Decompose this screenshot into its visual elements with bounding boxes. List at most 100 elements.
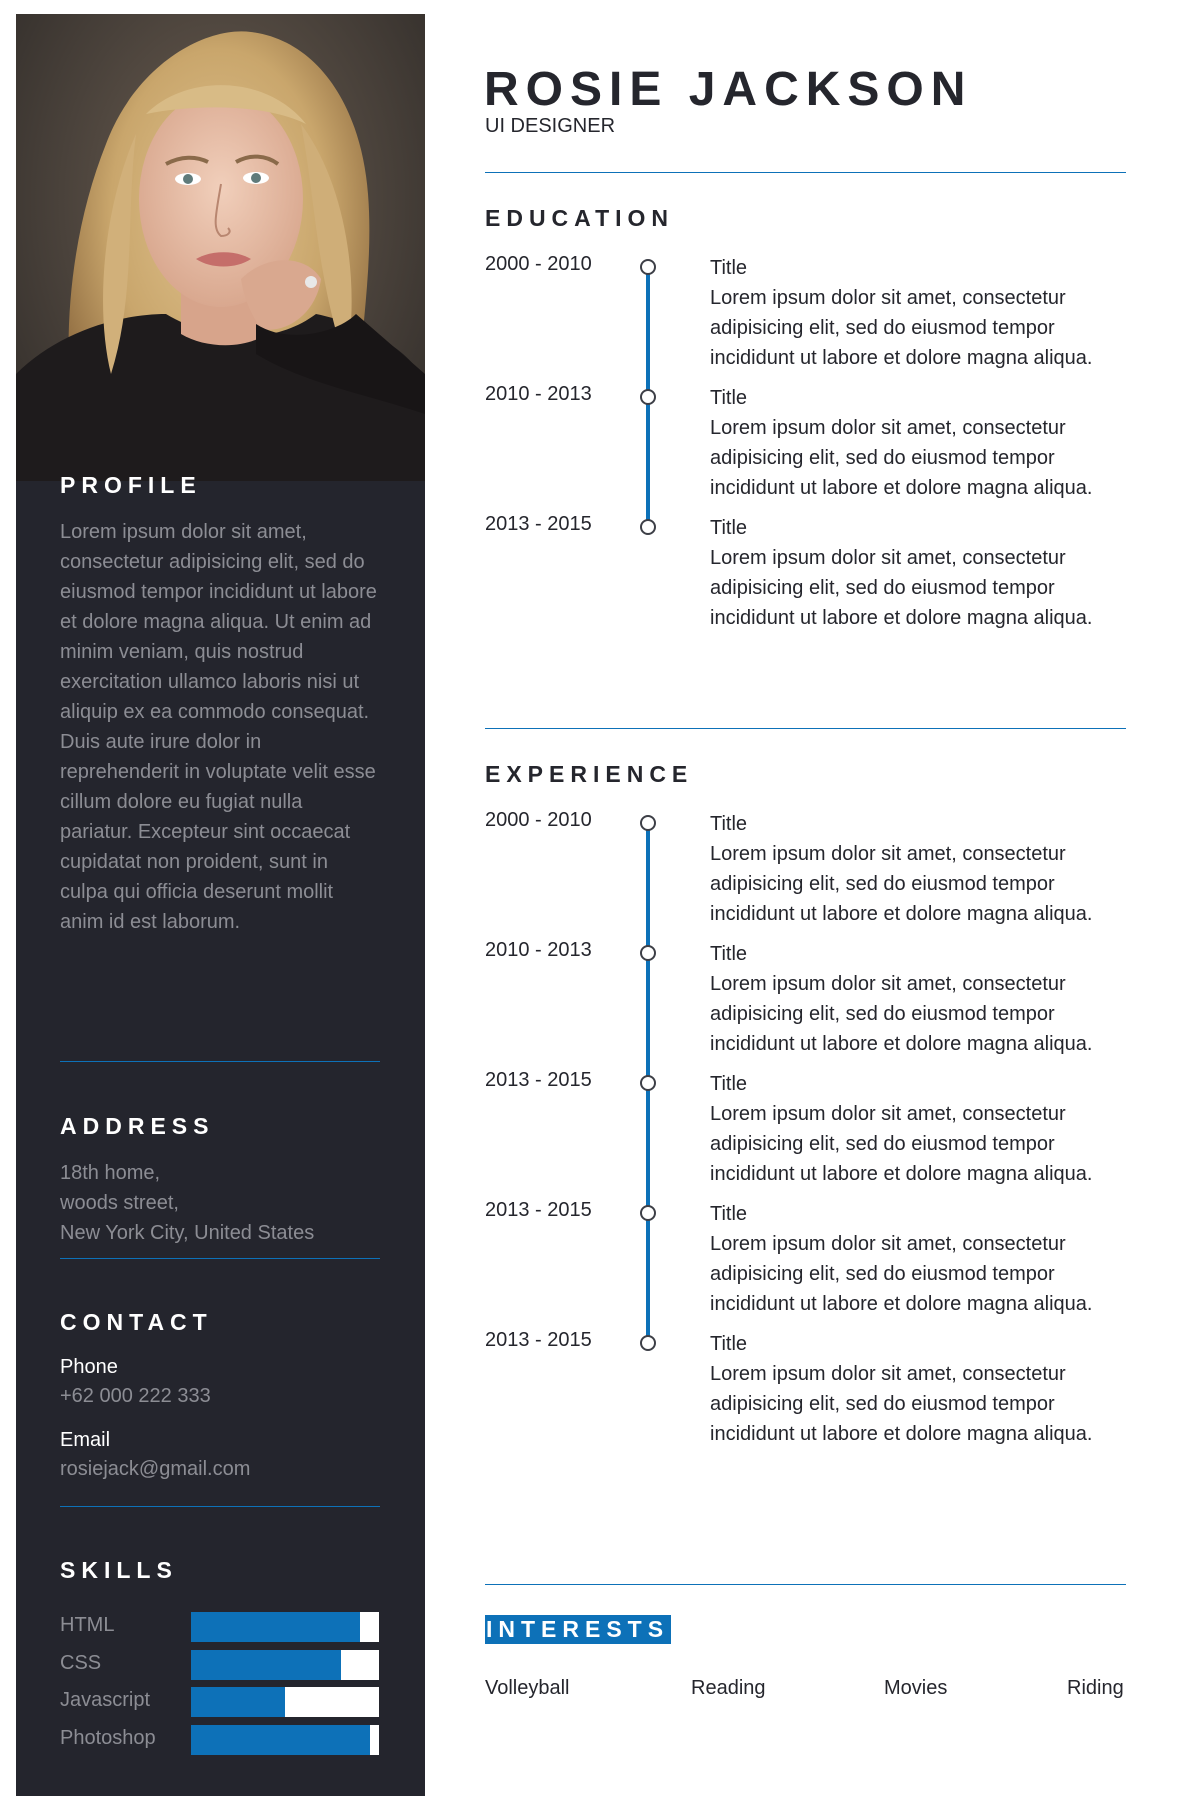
timeline-item: 2013 - 2015 Title Lorem ipsum dolor sit am… [485,513,1126,643]
timeline-item: 2013 - 2015 Title Lorem ipsum dolor sit am… [485,1329,1126,1459]
divider [60,1061,380,1062]
phone-label: Phone [60,1356,118,1378]
timeline-content: Title Lorem ipsum dolor sit amet, consect… [710,809,1130,929]
timeline-content: Title Lorem ipsum dolor sit amet, consect… [710,513,1130,633]
skill-name: HTML [60,1614,115,1636]
interest-item: Reading [691,1677,766,1699]
skills-section: SKILLS HTML CSS Javascript Photoshop [60,1557,380,1757]
candidate-role: UI DESIGNER [485,115,616,137]
timeline-dot-icon [640,815,656,831]
education-heading: EDUCATION [485,205,675,231]
divider [485,728,1126,729]
timeline-description-line: adipisicing elit, sed do eiusmod tempor [710,1263,1055,1285]
experience-timeline: 2000 - 2010 Title Lorem ipsum dolor sit am… [485,809,1126,1445]
divider [485,1584,1126,1585]
skill-level-fill [191,1687,285,1717]
address-line: New York City, United States [60,1222,315,1244]
timeline-description-line: incididunt ut labore et dolore magna ali… [710,477,1093,499]
profile-section: PROFILE Lorem ipsum dolor sit amet, cons… [60,472,380,937]
timeline-dot-icon [640,519,656,535]
profile-text: Lorem ipsum dolor sit amet, consectetur … [60,521,377,933]
timeline-item: 2010 - 2013 Title Lorem ipsum dolor sit am… [485,939,1126,1069]
timeline-dot-icon [640,945,656,961]
skill-level-fill [191,1724,370,1755]
skill-level-bar [191,1612,379,1642]
sidebar: PROFILE Lorem ipsum dolor sit amet, cons… [16,14,425,1796]
skill-name: Javascript [60,1689,151,1711]
timeline-description-line: adipisicing elit, sed do eiusmod tempor [710,1133,1055,1155]
candidate-name: ROSIE JACKSON [484,63,973,116]
skill-row: CSS [60,1649,380,1680]
timeline-description-line: Lorem ipsum dolor sit amet, consectetur [710,1363,1066,1385]
email-value[interactable]: rosiejack@gmail.com [60,1454,380,1484]
skill-level-bar [191,1649,379,1680]
skill-row: Photoshop [60,1724,380,1755]
skill-level-bar [191,1687,379,1717]
skills-heading: SKILLS [60,1557,178,1583]
timeline-description-line: incididunt ut labore et dolore magna ali… [710,607,1093,629]
skill-level-bar [191,1724,379,1755]
timeline-dot-icon [640,389,656,405]
education-timeline: 2000 - 2010 Title Lorem ipsum dolor sit am… [485,253,1126,629]
timeline-title: Title [710,813,748,835]
timeline-content: Title Lorem ipsum dolor sit amet, consect… [710,1199,1130,1319]
timeline-description-line: adipisicing elit, sed do eiusmod tempor [710,873,1055,895]
timeline-description-line: Lorem ipsum dolor sit amet, consectetur [710,287,1066,309]
address-line: 18th home, [60,1162,161,1184]
timeline-date: 2013 - 2015 [485,1069,592,1091]
timeline-description-line: Lorem ipsum dolor sit amet, consectetur [710,973,1066,995]
timeline-description-line: Lorem ipsum dolor sit amet, consectetur [710,547,1066,569]
timeline-date: 2013 - 2015 [485,1329,592,1351]
timeline-description-line: Lorem ipsum dolor sit amet, consectetur [710,417,1066,439]
skill-row: HTML [60,1612,380,1642]
profile-photo [16,14,425,481]
timeline-description-line: adipisicing elit, sed do eiusmod tempor [710,447,1055,469]
divider [60,1258,380,1259]
timeline-content: Title Lorem ipsum dolor sit amet, consect… [710,383,1130,503]
skill-level-fill [191,1649,342,1680]
timeline-content: Title Lorem ipsum dolor sit amet, consect… [710,1329,1130,1449]
interest-item: Volleyball [485,1677,570,1699]
address-section: ADDRESS 18th home, woods street, New Yor… [60,1113,380,1248]
timeline-description-line: incididunt ut labore et dolore magna ali… [710,1293,1093,1315]
timeline-dot-icon [640,1335,656,1351]
timeline-title: Title [710,943,748,965]
skill-row: Javascript [60,1687,380,1717]
timeline-item: 2010 - 2013 Title Lorem ipsum dolor sit am… [485,383,1126,513]
timeline-description-line: Lorem ipsum dolor sit amet, consectetur [710,1103,1066,1125]
timeline-dot-icon [640,259,656,275]
timeline-description-line: incididunt ut labore et dolore magna ali… [710,1423,1093,1445]
timeline-title: Title [710,1203,748,1225]
skill-level-fill [191,1612,361,1642]
timeline-date: 2013 - 2015 [485,513,592,535]
timeline-description-line: adipisicing elit, sed do eiusmod tempor [710,317,1055,339]
timeline-description-line: Lorem ipsum dolor sit amet, consectetur [710,843,1066,865]
timeline-date: 2010 - 2013 [485,939,592,961]
timeline-title: Title [710,257,748,279]
contact-heading: CONTACT [60,1309,213,1335]
interests-heading: INTERESTS [485,1615,672,1644]
phone-value[interactable]: +62 000 222 333 [60,1381,380,1411]
timeline-description-line: Lorem ipsum dolor sit amet, consectetur [710,1233,1066,1255]
timeline-title: Title [710,1333,748,1355]
address-heading: ADDRESS [60,1113,215,1139]
portrait-image [16,31,425,481]
timeline-item: 2013 - 2015 Title Lorem ipsum dolor sit am… [485,1069,1126,1199]
timeline-description-line: adipisicing elit, sed do eiusmod tempor [710,1003,1055,1025]
timeline-date: 2000 - 2010 [485,253,592,275]
divider [60,1506,380,1507]
interest-item: Movies [884,1677,948,1699]
timeline-item: 2013 - 2015 Title Lorem ipsum dolor sit am… [485,1199,1126,1329]
divider [485,172,1126,173]
timeline-date: 2000 - 2010 [485,809,592,831]
timeline-description-line: incididunt ut labore et dolore magna ali… [710,1033,1093,1055]
timeline-description-line: adipisicing elit, sed do eiusmod tempor [710,1393,1055,1415]
timeline-content: Title Lorem ipsum dolor sit amet, consect… [710,939,1130,1059]
timeline-dot-icon [640,1075,656,1091]
interest-item: Riding [1067,1677,1124,1699]
timeline-item: 2000 - 2010 Title Lorem ipsum dolor sit am… [485,809,1126,939]
timeline-title: Title [710,517,748,539]
email-label: Email [60,1429,111,1451]
timeline-title: Title [710,387,748,409]
timeline-description-line: incididunt ut labore et dolore magna ali… [710,903,1093,925]
